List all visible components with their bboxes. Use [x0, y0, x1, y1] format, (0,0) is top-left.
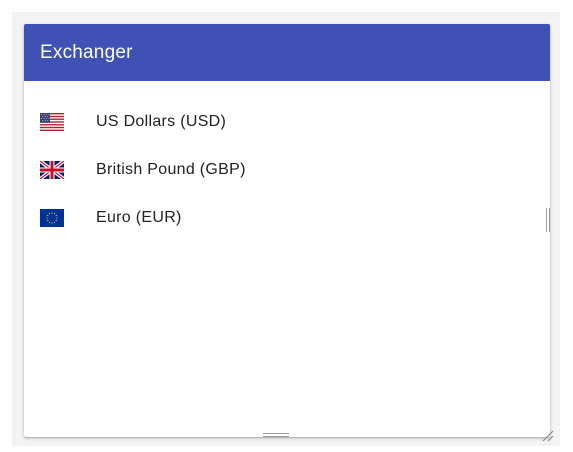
- currency-list: US Dollars (USD) British Pound (GBP) Eur…: [24, 81, 550, 242]
- currency-item-gbp[interactable]: British Pound (GBP): [24, 146, 550, 194]
- app-title: Exchanger: [40, 41, 133, 63]
- currency-label: US Dollars (USD): [96, 113, 227, 130]
- vertical-resize-handle[interactable]: [545, 208, 551, 232]
- currency-label: Euro (EUR): [96, 209, 182, 226]
- currency-label: British Pound (GBP): [96, 161, 246, 178]
- currency-item-eur[interactable]: Euro (EUR): [24, 194, 550, 242]
- currency-item-usd[interactable]: US Dollars (USD): [24, 98, 550, 146]
- app-bar: Exchanger: [24, 24, 550, 81]
- resizable-frame: Exchanger US Dollars (USD) British Pound…: [12, 12, 560, 446]
- resize-grip-icon[interactable]: [541, 429, 555, 443]
- horizontal-resize-handle[interactable]: [263, 432, 289, 438]
- uk-flag-icon: [40, 161, 64, 179]
- eu-flag-icon: [40, 209, 64, 227]
- us-flag-icon: [40, 113, 64, 131]
- exchanger-card: Exchanger US Dollars (USD) British Pound…: [24, 24, 550, 437]
